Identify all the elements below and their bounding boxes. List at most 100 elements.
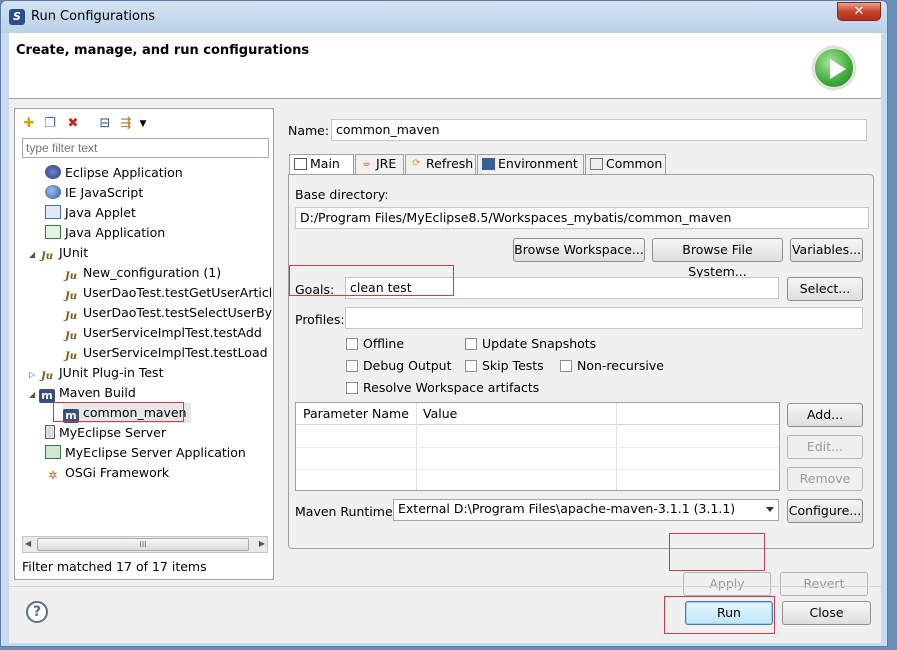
profiles-field[interactable]: [345, 307, 863, 329]
edit-parameter-button[interactable]: Edit...: [787, 435, 863, 459]
main-tab-icon: [294, 158, 307, 170]
configuration-editor: Name: common_maven Main ☕ JRE ⟳ Refresh En…: [281, 108, 881, 596]
jre-tab-icon: ☕: [362, 158, 371, 169]
tree-item-userdaotest-getuserarticles[interactable]: Ju UserDaoTest.testGetUserArticles: [63, 283, 273, 303]
filter-icon[interactable]: ⇶: [118, 116, 134, 132]
close-icon[interactable]: ✕: [837, 2, 881, 21]
expanded-icon[interactable]: ◢: [29, 385, 39, 405]
eclipse-icon: [45, 165, 61, 179]
tree-item-userserviceimpltest-load[interactable]: Ju UserServiceImplTest.testLoad: [63, 343, 268, 363]
junit-icon: Ju: [64, 291, 77, 302]
banner: Create, manage, and run configurations: [9, 33, 881, 99]
tree-item-junit-plugin-test[interactable]: ▷ Ju JUnit Plug-in Test: [29, 363, 163, 383]
configuration-list-panel: ✚ ❐ ✖ ⊟ ⇶ ▼ Eclipse Application IE JavaS…: [14, 108, 274, 580]
name-field[interactable]: common_maven: [331, 119, 867, 141]
tree-item-new-configuration[interactable]: Ju New_configuration (1): [63, 263, 221, 283]
tree-item-myeclipse-server[interactable]: MyEclipse Server: [45, 423, 166, 443]
profiles-label: Profiles:: [295, 312, 345, 327]
skip-tests-checkbox[interactable]: Skip Tests: [465, 359, 544, 373]
junit-icon: Ju: [40, 251, 53, 262]
add-parameter-button[interactable]: Add...: [787, 403, 863, 427]
myeclipse-icon: S: [9, 9, 25, 25]
browse-file-system-button[interactable]: Browse File System...: [652, 238, 783, 279]
base-directory-label: Base directory:: [295, 187, 389, 202]
scroll-left-icon[interactable]: ◀: [25, 539, 31, 548]
remove-parameter-button[interactable]: Remove: [787, 467, 863, 491]
horizontal-scrollbar[interactable]: ◀ III ▶: [22, 536, 268, 553]
main-tab-panel: Base directory: D:/Program Files/MyEclip…: [288, 174, 874, 549]
server-icon: [45, 425, 55, 439]
tree-item-ie-javascript[interactable]: IE JavaScript: [45, 183, 143, 203]
tree-item-eclipse-application[interactable]: Eclipse Application: [45, 163, 183, 183]
junit-plugin-icon: Ju: [40, 371, 53, 382]
tree-item-myeclipse-server-application[interactable]: MyEclipse Server Application: [45, 443, 246, 463]
tree-item-osgi-framework[interactable]: ✲ OSGi Framework: [45, 463, 169, 483]
run-button[interactable]: Run: [685, 601, 773, 625]
chevron-down-icon: [766, 507, 774, 512]
browse-workspace-button[interactable]: Browse Workspace...: [513, 238, 645, 262]
server-app-icon: [45, 445, 61, 459]
common-tab-icon: [590, 158, 603, 170]
tree-item-java-applet[interactable]: Java Applet: [45, 203, 136, 223]
environment-tab-icon: [482, 158, 495, 170]
maven-runtime-select[interactable]: External D:\Program Files\apache-maven-3…: [393, 499, 779, 521]
filter-input[interactable]: [22, 138, 269, 158]
help-icon[interactable]: ?: [26, 601, 48, 623]
junit-icon: Ju: [64, 331, 77, 342]
parameters-table[interactable]: Parameter Name Value: [295, 402, 780, 491]
goals-field[interactable]: clean test: [345, 277, 779, 299]
tree-item-maven-build[interactable]: ◢ m Maven Build: [29, 383, 136, 403]
scrollbar-thumb[interactable]: III: [37, 538, 249, 551]
globe-icon: [45, 185, 61, 199]
resolve-workspace-checkbox[interactable]: Resolve Workspace artifacts: [346, 381, 539, 395]
new-configuration-icon[interactable]: ✚: [21, 116, 37, 132]
java-app-icon: [45, 225, 61, 239]
maven-runtime-label: Maven Runtime:: [295, 504, 397, 519]
variables-button[interactable]: Variables...: [790, 238, 863, 262]
chevron-down-icon[interactable]: ▼: [135, 116, 151, 132]
maven-icon: m: [63, 409, 79, 423]
collapse-all-icon[interactable]: ⊟: [97, 116, 113, 132]
non-recursive-checkbox[interactable]: Non-recursive: [560, 359, 664, 373]
tree-item-userserviceimpltest-add[interactable]: Ju UserServiceImplTest.testAdd: [63, 323, 262, 343]
tree-item-common-maven[interactable]: m common_maven: [63, 403, 191, 423]
delete-icon[interactable]: ✖: [65, 116, 81, 132]
window-title: Run Configurations: [31, 9, 155, 24]
filter-status: Filter matched 17 of 17 items: [22, 559, 207, 574]
junit-icon: Ju: [64, 351, 77, 362]
tab-jre[interactable]: ☕ JRE: [355, 154, 404, 174]
refresh-tab-icon: ⟳: [412, 158, 421, 169]
close-button[interactable]: Close: [782, 601, 871, 625]
offline-checkbox[interactable]: Offline: [346, 337, 404, 351]
tab-environment[interactable]: Environment: [477, 154, 584, 174]
run-configurations-window: S Run Configurations ✕ Create, manage, a…: [0, 0, 888, 647]
maven-icon: m: [39, 389, 55, 403]
tab-refresh[interactable]: ⟳ Refresh: [405, 154, 476, 174]
select-goals-button[interactable]: Select...: [787, 277, 863, 301]
configure-runtime-button[interactable]: Configure...: [787, 499, 863, 523]
name-label: Name:: [288, 123, 330, 138]
tree-item-java-application[interactable]: Java Application: [45, 223, 165, 243]
apply-button[interactable]: Apply: [683, 572, 771, 596]
debug-output-checkbox[interactable]: Debug Output: [346, 359, 452, 373]
banner-title: Create, manage, and run configurations: [16, 43, 310, 58]
junit-icon: Ju: [64, 271, 77, 282]
dialog-body: Create, manage, and run configurations ✚…: [9, 33, 881, 643]
scroll-right-icon[interactable]: ▶: [259, 539, 265, 548]
configuration-tree: Eclipse Application IE JavaScript Java A…: [15, 163, 273, 543]
base-directory-field[interactable]: D:/Program Files/MyEclipse8.5/Workspaces…: [295, 207, 869, 229]
title-bar: S Run Configurations ✕: [1, 1, 887, 33]
expanded-icon[interactable]: ◢: [29, 245, 39, 265]
collapsed-icon[interactable]: ▷: [29, 365, 39, 385]
tree-item-userdaotest-selectuserbyid[interactable]: Ju UserDaoTest.testSelectUserByID: [63, 303, 273, 323]
tab-common[interactable]: Common: [585, 154, 666, 174]
goals-label: Goals:: [295, 282, 335, 297]
update-snapshots-checkbox[interactable]: Update Snapshots: [465, 337, 596, 351]
osgi-icon: ✲: [48, 469, 58, 482]
duplicate-icon[interactable]: ❐: [42, 116, 58, 132]
tree-item-junit[interactable]: ◢ Ju JUnit: [29, 243, 88, 263]
tab-main[interactable]: Main: [289, 154, 354, 175]
run-icon: [813, 47, 855, 89]
revert-button[interactable]: Revert: [780, 572, 868, 596]
applet-icon: [45, 205, 61, 219]
